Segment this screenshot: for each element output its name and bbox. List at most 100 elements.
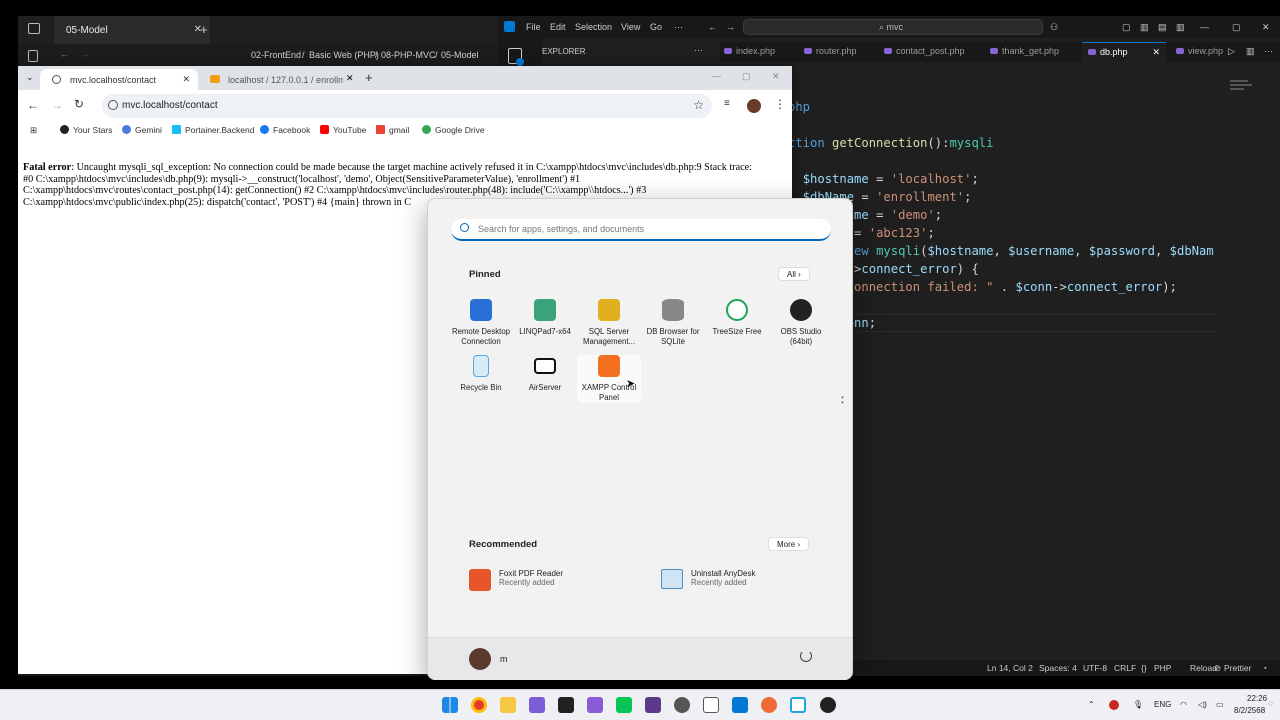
bookmark-youtube[interactable]: YouTube bbox=[320, 125, 366, 135]
minimize-icon[interactable]: — bbox=[1200, 22, 1209, 32]
menu-more[interactable]: ··· bbox=[674, 22, 683, 32]
user-avatar[interactable] bbox=[469, 648, 491, 670]
sidebar-toggle-icon[interactable] bbox=[28, 23, 40, 34]
bell-icon[interactable]: ◔ bbox=[1262, 663, 1267, 673]
status-eol[interactable]: CRLF bbox=[1114, 663, 1136, 673]
app-flutter-icon[interactable] bbox=[790, 697, 806, 713]
bookmark-star-icon[interactable]: ☆ bbox=[693, 98, 704, 112]
tab-thank-get-php[interactable]: thank_get.php bbox=[990, 42, 1059, 62]
windows-start-icon[interactable] bbox=[442, 697, 458, 713]
breadcrumb-item[interactable]: 02-FrontEnd bbox=[251, 50, 301, 60]
menu-file[interactable]: File bbox=[526, 22, 541, 32]
notes-tab[interactable]: 05-Model ✕ bbox=[54, 16, 210, 44]
tab-search-icon[interactable]: ⌄ bbox=[26, 72, 34, 83]
menu-view[interactable]: View bbox=[621, 22, 640, 32]
obsidian-icon[interactable] bbox=[529, 697, 545, 713]
breadcrumb-item[interactable]: 08-PHP-MVC bbox=[381, 50, 436, 60]
nav-forward-icon[interactable]: → bbox=[726, 22, 735, 32]
clock-date[interactable]: 8/2/2568 bbox=[1234, 706, 1265, 715]
status-reload[interactable]: Reload bbox=[1190, 663, 1217, 673]
page-dots-icon[interactable]: • • bbox=[841, 394, 844, 407]
command-center-search[interactable]: ⌕ mvc bbox=[743, 19, 1043, 35]
chrome-taskbar-icon[interactable] bbox=[471, 697, 487, 713]
profile-avatar[interactable] bbox=[747, 99, 761, 113]
file-explorer-icon[interactable] bbox=[500, 697, 516, 713]
chrome-menu-icon[interactable]: ⋮ bbox=[774, 97, 786, 111]
breadcrumb-item[interactable]: Basic Web (PHP) bbox=[309, 50, 379, 60]
forward-arrow-icon[interactable]: → bbox=[80, 49, 89, 59]
copilot-icon[interactable]: ⚇ bbox=[1050, 22, 1058, 33]
visual-studio-icon[interactable] bbox=[587, 697, 603, 713]
media-controls-icon[interactable]: ≡ bbox=[724, 98, 730, 109]
apps-grid-icon[interactable]: ⊞ bbox=[30, 125, 37, 136]
back-icon[interactable]: ← bbox=[27, 98, 39, 112]
tab-router-php[interactable]: router.php bbox=[804, 42, 857, 62]
split-editor-icon[interactable]: ▥ bbox=[1246, 46, 1255, 57]
user-name[interactable]: m bbox=[500, 654, 508, 664]
layout-secondary-icon[interactable]: ▥ bbox=[1176, 22, 1185, 33]
bookmark-gmail[interactable]: gmail bbox=[376, 125, 409, 135]
layout-sidebar-icon[interactable]: ▥ bbox=[1140, 22, 1149, 33]
explorer-more-icon[interactable]: ··· bbox=[694, 45, 703, 55]
tab-phpmyadmin[interactable]: localhost / 127.0.0.1 / enrollme bbox=[198, 69, 358, 90]
menu-go[interactable]: Go bbox=[650, 22, 662, 32]
close-icon[interactable]: ✕ bbox=[182, 74, 190, 85]
pinned-app-treesize[interactable]: TreeSize Free bbox=[705, 299, 769, 337]
app-purple-icon[interactable] bbox=[645, 697, 661, 713]
pinned-app-airserver[interactable]: AirServer bbox=[513, 355, 577, 393]
status-prettier[interactable]: Prettier bbox=[1224, 663, 1251, 673]
minimize-icon[interactable]: — bbox=[712, 71, 721, 81]
minimap[interactable] bbox=[1230, 80, 1256, 94]
close-icon[interactable]: ✕ bbox=[1152, 47, 1160, 58]
obs-taskbar-icon[interactable] bbox=[820, 697, 836, 713]
more-button[interactable]: More › bbox=[768, 537, 810, 551]
pinned-app-remote-desktop[interactable]: Remote Desktop Connection bbox=[449, 299, 513, 347]
run-icon[interactable]: ▷ bbox=[1228, 46, 1235, 57]
tray-app-icon[interactable] bbox=[1109, 700, 1119, 710]
maximize-icon[interactable]: ▢ bbox=[742, 71, 751, 82]
tab-mvc-contact[interactable]: mvc.localhost/contact ✕ bbox=[40, 69, 198, 90]
pinned-app-db-browser[interactable]: DB Browser for SQLite bbox=[641, 299, 705, 347]
pinned-app-linqpad[interactable]: LINQPad7-x64 bbox=[513, 299, 577, 337]
bookmark-google-drive[interactable]: Google Drive bbox=[422, 125, 485, 135]
menu-selection[interactable]: Selection bbox=[575, 22, 612, 32]
close-window-icon[interactable]: ✕ bbox=[1262, 22, 1270, 33]
app-window-icon[interactable] bbox=[703, 697, 719, 713]
status-encoding[interactable]: UTF-8 bbox=[1083, 663, 1107, 673]
breadcrumb-item[interactable]: 05-Model bbox=[441, 50, 479, 60]
tab-index-php[interactable]: index.php bbox=[724, 42, 775, 62]
pinned-app-sql-server[interactable]: SQL Server Management... bbox=[577, 299, 641, 347]
close-window-icon[interactable]: ✕ bbox=[772, 71, 780, 82]
recommended-item-foxit[interactable]: Foxit PDF Reader Recently added bbox=[469, 569, 563, 591]
tab-contact-post-php[interactable]: contact_post.php bbox=[884, 42, 965, 62]
tab-view-php[interactable]: view.php bbox=[1176, 42, 1223, 62]
tray-expand-icon[interactable]: ⌃ bbox=[1088, 700, 1095, 709]
clock-time[interactable]: 22:26 bbox=[1247, 694, 1267, 703]
status-position[interactable]: Ln 14, Col 2 bbox=[987, 663, 1033, 673]
site-info-icon[interactable] bbox=[108, 100, 118, 110]
new-tab-icon[interactable]: + bbox=[365, 70, 373, 85]
bookmark-your-stars[interactable]: Your Stars bbox=[60, 125, 112, 135]
layout-icon[interactable]: ▢ bbox=[1122, 22, 1131, 33]
status-spaces[interactable]: Spaces: 4 bbox=[1039, 663, 1077, 673]
notification-icon[interactable]: ◌ bbox=[1268, 699, 1273, 708]
forward-icon[interactable]: → bbox=[51, 98, 63, 112]
microphone-icon[interactable]: 🎙 bbox=[1133, 700, 1143, 709]
back-arrow-icon[interactable]: ← bbox=[60, 49, 69, 59]
status-language[interactable]: PHP bbox=[1154, 663, 1171, 673]
app-orange-icon[interactable] bbox=[761, 697, 777, 713]
menu-edit[interactable]: Edit bbox=[550, 22, 566, 32]
page-icon[interactable] bbox=[28, 50, 38, 62]
app-face-icon[interactable] bbox=[674, 697, 690, 713]
maximize-icon[interactable]: ▢ bbox=[1232, 22, 1241, 33]
bookmark-portainer[interactable]: Portainer.Backend bbox=[172, 125, 254, 135]
more-actions-icon[interactable]: ··· bbox=[1264, 46, 1273, 56]
language-indicator[interactable]: ENG bbox=[1154, 700, 1171, 709]
battery-icon[interactable]: ▭ bbox=[1216, 700, 1224, 709]
volume-icon[interactable]: ◁) bbox=[1198, 700, 1207, 709]
pinned-app-recycle-bin[interactable]: Recycle Bin bbox=[449, 355, 513, 393]
pinned-app-obs[interactable]: OBS Studio (64bit) bbox=[769, 299, 833, 347]
address-bar[interactable]: mvc.localhost/contact ☆ bbox=[102, 94, 712, 118]
wifi-icon[interactable]: ◠ bbox=[1180, 700, 1187, 709]
new-tab-icon[interactable]: + bbox=[200, 22, 208, 37]
